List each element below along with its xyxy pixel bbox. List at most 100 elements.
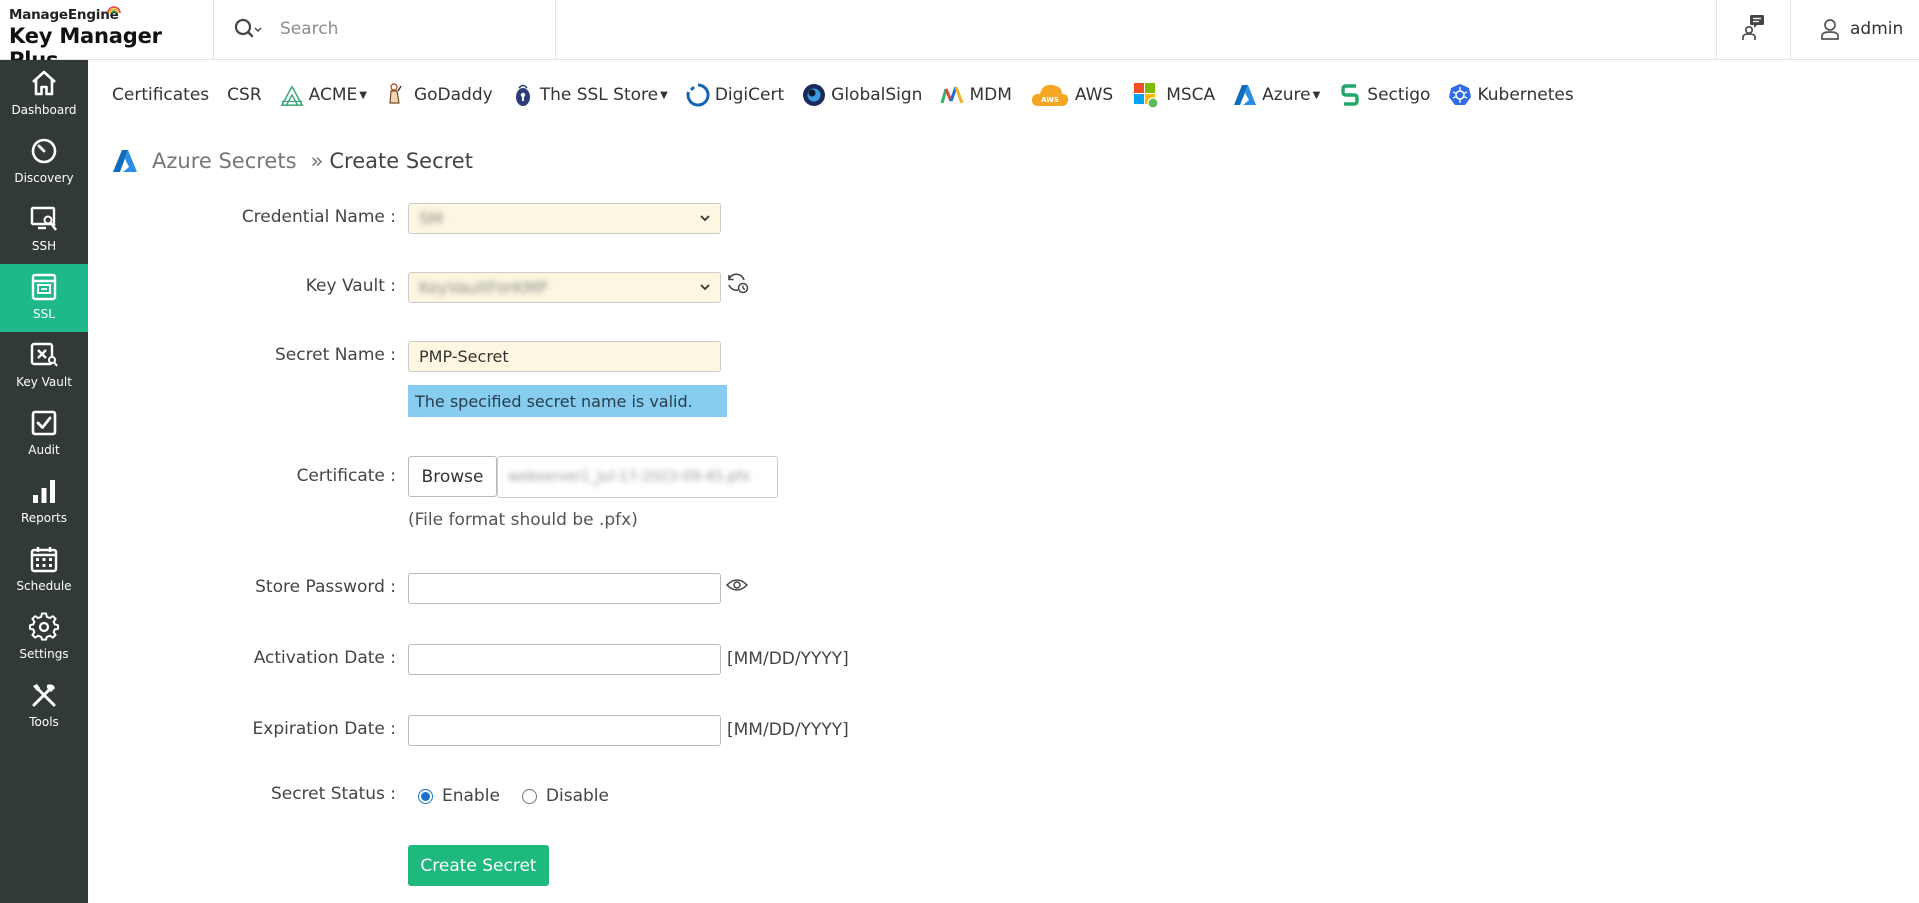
- sidebar-item-ssl[interactable]: SSL: [0, 264, 88, 332]
- tab-label: Kubernetes: [1477, 85, 1574, 105]
- reports-icon: [33, 480, 55, 503]
- status-enable-label[interactable]: Enable: [442, 786, 500, 806]
- activation-date-label: Activation Date :: [253, 648, 396, 668]
- tab-label: MDM: [969, 85, 1012, 105]
- tab-label: GlobalSign: [831, 85, 923, 105]
- brand-logo[interactable]: ManageEngine Key Manager Plus: [9, 6, 214, 72]
- tab-label: Sectigo: [1367, 85, 1431, 105]
- secret-status-radio-group: Enable Disable: [418, 784, 609, 808]
- sidebar-item-label: Discovery: [14, 171, 74, 185]
- create-secret-button[interactable]: Create Secret: [408, 845, 549, 886]
- refresh-icon[interactable]: [725, 271, 749, 295]
- sidebar-item-audit[interactable]: Audit: [0, 400, 88, 468]
- calendar-icon: [30, 547, 58, 573]
- ssh-icon: [30, 206, 57, 231]
- secret-name-input[interactable]: [408, 341, 721, 372]
- gear-icon: [29, 612, 59, 641]
- sidebar-item-label: Audit: [28, 443, 60, 457]
- expiration-date-label: Expiration Date :: [252, 719, 396, 739]
- secret-name-valid-message: The specified secret name is valid.: [408, 385, 727, 417]
- tab-mdm[interactable]: MDM: [940, 82, 1012, 108]
- expiration-date-format: [MM/DD/YYYY]: [727, 720, 849, 740]
- certificate-file-field[interactable]: webserver1_Jul-17-2023-09-45.pfx: [497, 456, 778, 498]
- caret-down-icon: ▼: [660, 89, 668, 101]
- azure-icon: [113, 150, 137, 172]
- globalsign-icon: [802, 82, 826, 108]
- feedback-icon[interactable]: [1741, 13, 1767, 41]
- sidebar-item-label: SSH: [31, 239, 57, 253]
- user-menu[interactable]: admin: [1820, 14, 1903, 44]
- credential-name-label: Credential Name :: [241, 207, 396, 227]
- caret-down-icon: ▼: [1312, 89, 1321, 101]
- sidebar-item-reports[interactable]: Reports: [0, 468, 88, 536]
- search-icon[interactable]: [233, 16, 263, 42]
- tab-label: CSR: [227, 85, 262, 105]
- home-icon: [32, 70, 56, 96]
- caret-down-icon: ▼: [359, 89, 367, 101]
- key-vault-label: Key Vault :: [305, 276, 396, 296]
- secret-status-label: Secret Status :: [270, 784, 396, 804]
- header-divider: [213, 0, 214, 60]
- breadcrumb-azure-secrets[interactable]: Azure Secrets: [152, 149, 297, 173]
- kubernetes-icon: [1448, 82, 1472, 108]
- user-name: admin: [1850, 19, 1904, 39]
- activation-date-input[interactable]: [408, 644, 721, 675]
- search-input[interactable]: [280, 13, 550, 45]
- tab-godaddy[interactable]: GoDaddy: [385, 82, 493, 108]
- status-disable-radio[interactable]: [521, 788, 537, 804]
- azure-icon: [1233, 82, 1257, 108]
- sidebar-item-label: Key Vault: [16, 375, 72, 389]
- digicert-icon: [686, 82, 710, 108]
- audit-icon: [31, 410, 57, 436]
- credential-name-value: SM: [419, 209, 443, 228]
- eye-icon[interactable]: [726, 577, 748, 593]
- sidebar-item-label: SSL: [33, 307, 55, 321]
- tab-kubernetes[interactable]: Kubernetes: [1448, 82, 1574, 108]
- status-disable-label[interactable]: Disable: [546, 786, 609, 806]
- chevron-down-icon: [700, 284, 710, 291]
- header-divider: [555, 0, 556, 60]
- status-enable-radio[interactable]: [418, 788, 433, 804]
- tab-digicert[interactable]: DigiCert: [686, 82, 784, 108]
- certificate-format-hint: (File format should be .pfx): [408, 510, 638, 530]
- tab-globalsign[interactable]: GlobalSign: [802, 82, 922, 108]
- acme-icon: [280, 82, 304, 108]
- store-password-input[interactable]: [408, 573, 721, 604]
- tab-label: DigiCert: [714, 85, 785, 105]
- aws-cloud-icon: AWS: [1030, 82, 1070, 108]
- sidebar-item-schedule[interactable]: Schedule: [0, 536, 88, 604]
- key-vault-select[interactable]: KeyVaultForKMP: [408, 272, 721, 303]
- tab-label: The SSL Store: [539, 85, 659, 105]
- sidebar-item-tools[interactable]: Tools: [0, 672, 88, 740]
- tab-sectigo[interactable]: Sectigo: [1338, 82, 1430, 108]
- sidebar-item-key-vault[interactable]: Key Vault: [0, 332, 88, 400]
- store-password-label: Store Password :: [255, 577, 396, 597]
- module-tabs: Certificates CSR ACME ▼ GoDaddy The SSL S…: [112, 80, 1592, 110]
- tab-acme[interactable]: ACME ▼: [280, 82, 367, 108]
- tab-label: AWS: [1074, 85, 1114, 105]
- header-divider: [1790, 0, 1791, 60]
- tab-label: GoDaddy: [413, 85, 493, 105]
- sidebar-item-label: Reports: [20, 511, 68, 525]
- tab-the-ssl-store[interactable]: The SSL Store ▼: [511, 82, 668, 108]
- tab-label: Azure: [1262, 85, 1311, 105]
- top-header: ManageEngine Key Manager Plus admin: [0, 0, 1919, 72]
- certificate-file-name: webserver1_Jul-17-2023-09-45.pfx: [508, 469, 750, 485]
- sidebar-item-dashboard[interactable]: Dashboard: [0, 60, 88, 128]
- tab-aws[interactable]: AWS AWS: [1030, 82, 1113, 108]
- tab-msca[interactable]: MSCA: [1131, 82, 1215, 109]
- sidebar-item-settings[interactable]: Settings: [0, 604, 88, 672]
- browse-button[interactable]: Browse: [408, 456, 497, 497]
- header-divider: [1716, 0, 1717, 60]
- brand-rainbow-icon: [107, 6, 121, 14]
- tab-csr[interactable]: CSR: [227, 85, 261, 105]
- sidebar-item-discovery[interactable]: Discovery: [0, 128, 88, 196]
- sidebar-item-ssh[interactable]: SSH: [0, 196, 88, 264]
- tab-certificates[interactable]: Certificates: [112, 85, 209, 105]
- expiration-date-input[interactable]: [408, 715, 721, 746]
- page-title: Create Secret: [329, 149, 473, 173]
- credential-name-select[interactable]: SM: [408, 203, 721, 234]
- ssl-icon: [31, 273, 57, 301]
- sidebar-item-label: Dashboard: [11, 103, 77, 117]
- tab-azure[interactable]: Azure ▼: [1233, 82, 1320, 108]
